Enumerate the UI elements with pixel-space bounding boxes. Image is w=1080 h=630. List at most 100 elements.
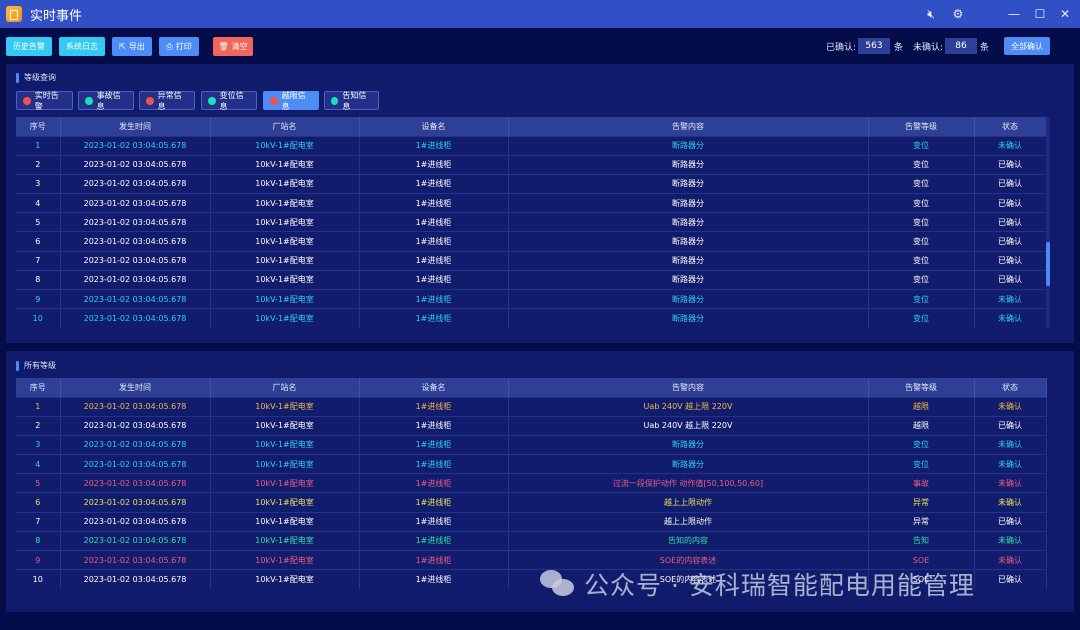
scrollbar-thumb[interactable] (1046, 242, 1050, 286)
column-header[interactable]: 告警内容 (508, 117, 869, 136)
table-row[interactable]: 7 2023-01-02 03:04:05.678 10kV-1#配电室 1#进线柜断… (16, 250, 1047, 271)
table-cell: 10kV-1#配电室 (210, 530, 360, 551)
table-cell: 已确认 (974, 193, 1047, 213)
column-header[interactable]: 序号 (16, 378, 61, 397)
table-row[interactable]: 10 2023-01-02 03:04:05.678 10kV-1#配电室 1#进线柜… (16, 308, 1047, 328)
clear-button[interactable]: 🗑︎ 清空 (213, 37, 253, 56)
export-button[interactable]: ⇱ 导出 (112, 37, 152, 56)
table-cell: 2023-01-02 03:04:05.678 (60, 193, 211, 213)
table-row[interactable]: 8 2023-01-02 03:04:05.678 10kV-1#配电室 1#进线柜告… (16, 530, 1047, 551)
column-header[interactable]: 状态 (974, 378, 1047, 397)
table-cell: 2023-01-02 03:04:05.678 (60, 434, 211, 455)
table-row[interactable]: 5 2023-01-02 03:04:05.678 10kV-1#配电室 1#进线柜过… (16, 473, 1047, 493)
column-header[interactable]: 发生时间 (60, 378, 211, 397)
minimize-icon[interactable]: — (1002, 0, 1026, 28)
history-alarm-button[interactable]: 历史告警 (6, 37, 52, 56)
table-row[interactable]: 5 2023-01-02 03:04:05.678 10kV-1#配电室 1#进线柜断… (16, 212, 1047, 232)
table-cell: 1 (16, 396, 61, 417)
table-cell: 2023-01-02 03:04:05.678 (60, 454, 211, 474)
column-header[interactable]: 告警等级 (868, 117, 975, 136)
filter-button[interactable]: 越限信息 (263, 91, 319, 111)
table-cell: 3 (16, 434, 61, 455)
filter-button[interactable]: 告知信息 (324, 91, 379, 111)
print-button[interactable]: ⎙ 打印 (159, 37, 199, 56)
filter-button[interactable]: 实时告警 (16, 91, 73, 111)
table-cell: 变位 (868, 173, 975, 194)
table-cell: 10kV-1#配电室 (210, 549, 360, 570)
table-cell: 变位 (868, 212, 975, 232)
filter-label: 异常信息 (157, 90, 182, 111)
table-cell: 1#进线柜 (359, 154, 509, 175)
table-cell: 断路器分 (508, 173, 869, 194)
column-header[interactable]: 发生时间 (60, 117, 211, 136)
gear-icon[interactable]: ⚙ (946, 0, 970, 28)
table-row[interactable]: 3 2023-01-02 03:04:05.678 10kV-1#配电室 1#进线柜断… (16, 434, 1047, 455)
table-cell: 2023-01-02 03:04:05.678 (60, 135, 211, 156)
table-cell: 4 (16, 454, 61, 474)
column-header[interactable]: 厂站名 (210, 117, 360, 136)
table-row[interactable]: 7 2023-01-02 03:04:05.678 10kV-1#配电室 1#进线柜越… (16, 511, 1047, 532)
table-cell: 2 (16, 154, 61, 175)
print-label: 打印 (175, 42, 192, 51)
table-row[interactable]: 6 2023-01-02 03:04:05.678 10kV-1#配电室 1#进线柜越… (16, 492, 1047, 513)
filter-button[interactable]: 变位信息 (201, 91, 257, 111)
export-label: 导出 (128, 42, 145, 51)
table-cell: 告知的内容 (508, 530, 869, 551)
table-cell: 2 (16, 415, 61, 436)
table-cell: 1#进线柜 (359, 434, 509, 455)
column-header[interactable]: 厂站名 (210, 378, 360, 397)
status-dot-icon (270, 96, 278, 105)
table-cell: 未确认 (974, 308, 1047, 328)
table-cell: 已确认 (974, 269, 1047, 290)
filter-button[interactable]: 事故信息 (78, 91, 134, 111)
column-header[interactable]: 设备名 (359, 378, 509, 397)
table-cell: 断路器分 (508, 154, 869, 175)
system-log-button[interactable]: 系统日志 (59, 37, 105, 56)
table-row[interactable]: 2 2023-01-02 03:04:05.678 10kV-1#配电室 1#进线柜 U… (16, 415, 1047, 436)
table-cell: 1#进线柜 (359, 173, 509, 194)
table-cell: 2023-01-02 03:04:05.678 (60, 549, 211, 570)
table-cell: Uab 240V 越上限 220V (508, 396, 869, 417)
table-cell: 10kV-1#配电室 (210, 135, 360, 156)
watermark-text: 公众号 · 安科瑞智能配电用能管理 (584, 571, 975, 600)
table-cell: 未确认 (974, 473, 1047, 493)
table-row[interactable]: 1 2023-01-02 03:04:05.678 10kV-1#配电室 1#进线柜 U… (16, 396, 1047, 417)
level-query-title-text: 等级查询 (24, 73, 56, 82)
column-header[interactable]: 设备名 (359, 117, 509, 136)
table-cell: 未确认 (974, 434, 1047, 455)
confirm-all-button[interactable]: 全部确认 (1004, 37, 1050, 55)
confirmed-label: 已确认: (826, 43, 857, 53)
filter-button[interactable]: 异常信息 (139, 90, 195, 111)
table-row[interactable]: 3 2023-01-02 03:04:05.678 10kV-1#配电室 1#进线柜断… (16, 173, 1047, 194)
table-scrollbar[interactable] (1046, 117, 1050, 328)
table-cell: 10 (16, 569, 61, 589)
level-query-title: 等级查询 (16, 72, 56, 83)
table-cell: 已确认 (974, 173, 1047, 194)
table-row[interactable]: 8 2023-01-02 03:04:05.678 10kV-1#配电室 1#进线柜断… (16, 269, 1047, 290)
close-icon[interactable]: ✕ (1053, 0, 1077, 28)
column-header[interactable]: 序号 (16, 117, 61, 136)
table-row[interactable]: 2 2023-01-02 03:04:05.678 10kV-1#配电室 1#进线柜断… (16, 154, 1047, 175)
realtime-event-table: 序号 发生时间 厂站名 设备名 告警内容 告警等级 状态 1 2023-01-02 03:04:… (16, 117, 1047, 328)
table-cell: 断路器分 (508, 454, 869, 474)
all-levels-title-text: 所有等级 (24, 361, 56, 370)
mute-icon[interactable]: 🔇︎ (919, 0, 943, 28)
table-row[interactable]: 1 2023-01-02 03:04:05.678 10kV-1#配电室 1#进线柜断… (16, 135, 1047, 156)
table-cell: 10kV-1#配电室 (210, 250, 360, 271)
table-cell: 2023-01-02 03:04:05.678 (60, 530, 211, 551)
status-dot-icon (23, 96, 31, 105)
table-row[interactable]: 4 2023-01-02 03:04:05.678 10kV-1#配电室 1#进线柜断… (16, 193, 1047, 213)
table-row[interactable]: 6 2023-01-02 03:04:05.678 10kV-1#配电室 1#进线柜断… (16, 231, 1047, 252)
maximize-icon[interactable]: ☐ (1028, 0, 1052, 28)
table-cell: 2023-01-02 03:04:05.678 (60, 396, 211, 417)
column-header[interactable]: 告警内容 (508, 378, 869, 397)
column-header[interactable]: 告警等级 (868, 378, 975, 397)
table-row[interactable]: 9 2023-01-02 03:04:05.678 10kV-1#配电室 1#进线柜断… (16, 288, 1047, 309)
table-cell: 变位 (868, 454, 975, 474)
column-header[interactable]: 状态 (974, 117, 1047, 136)
table-cell: 5 (16, 212, 61, 232)
table-cell: 2023-01-02 03:04:05.678 (60, 154, 211, 175)
table-cell: 未确认 (974, 396, 1047, 417)
table-cell: 变位 (868, 434, 975, 455)
table-row[interactable]: 4 2023-01-02 03:04:05.678 10kV-1#配电室 1#进线柜断… (16, 454, 1047, 474)
